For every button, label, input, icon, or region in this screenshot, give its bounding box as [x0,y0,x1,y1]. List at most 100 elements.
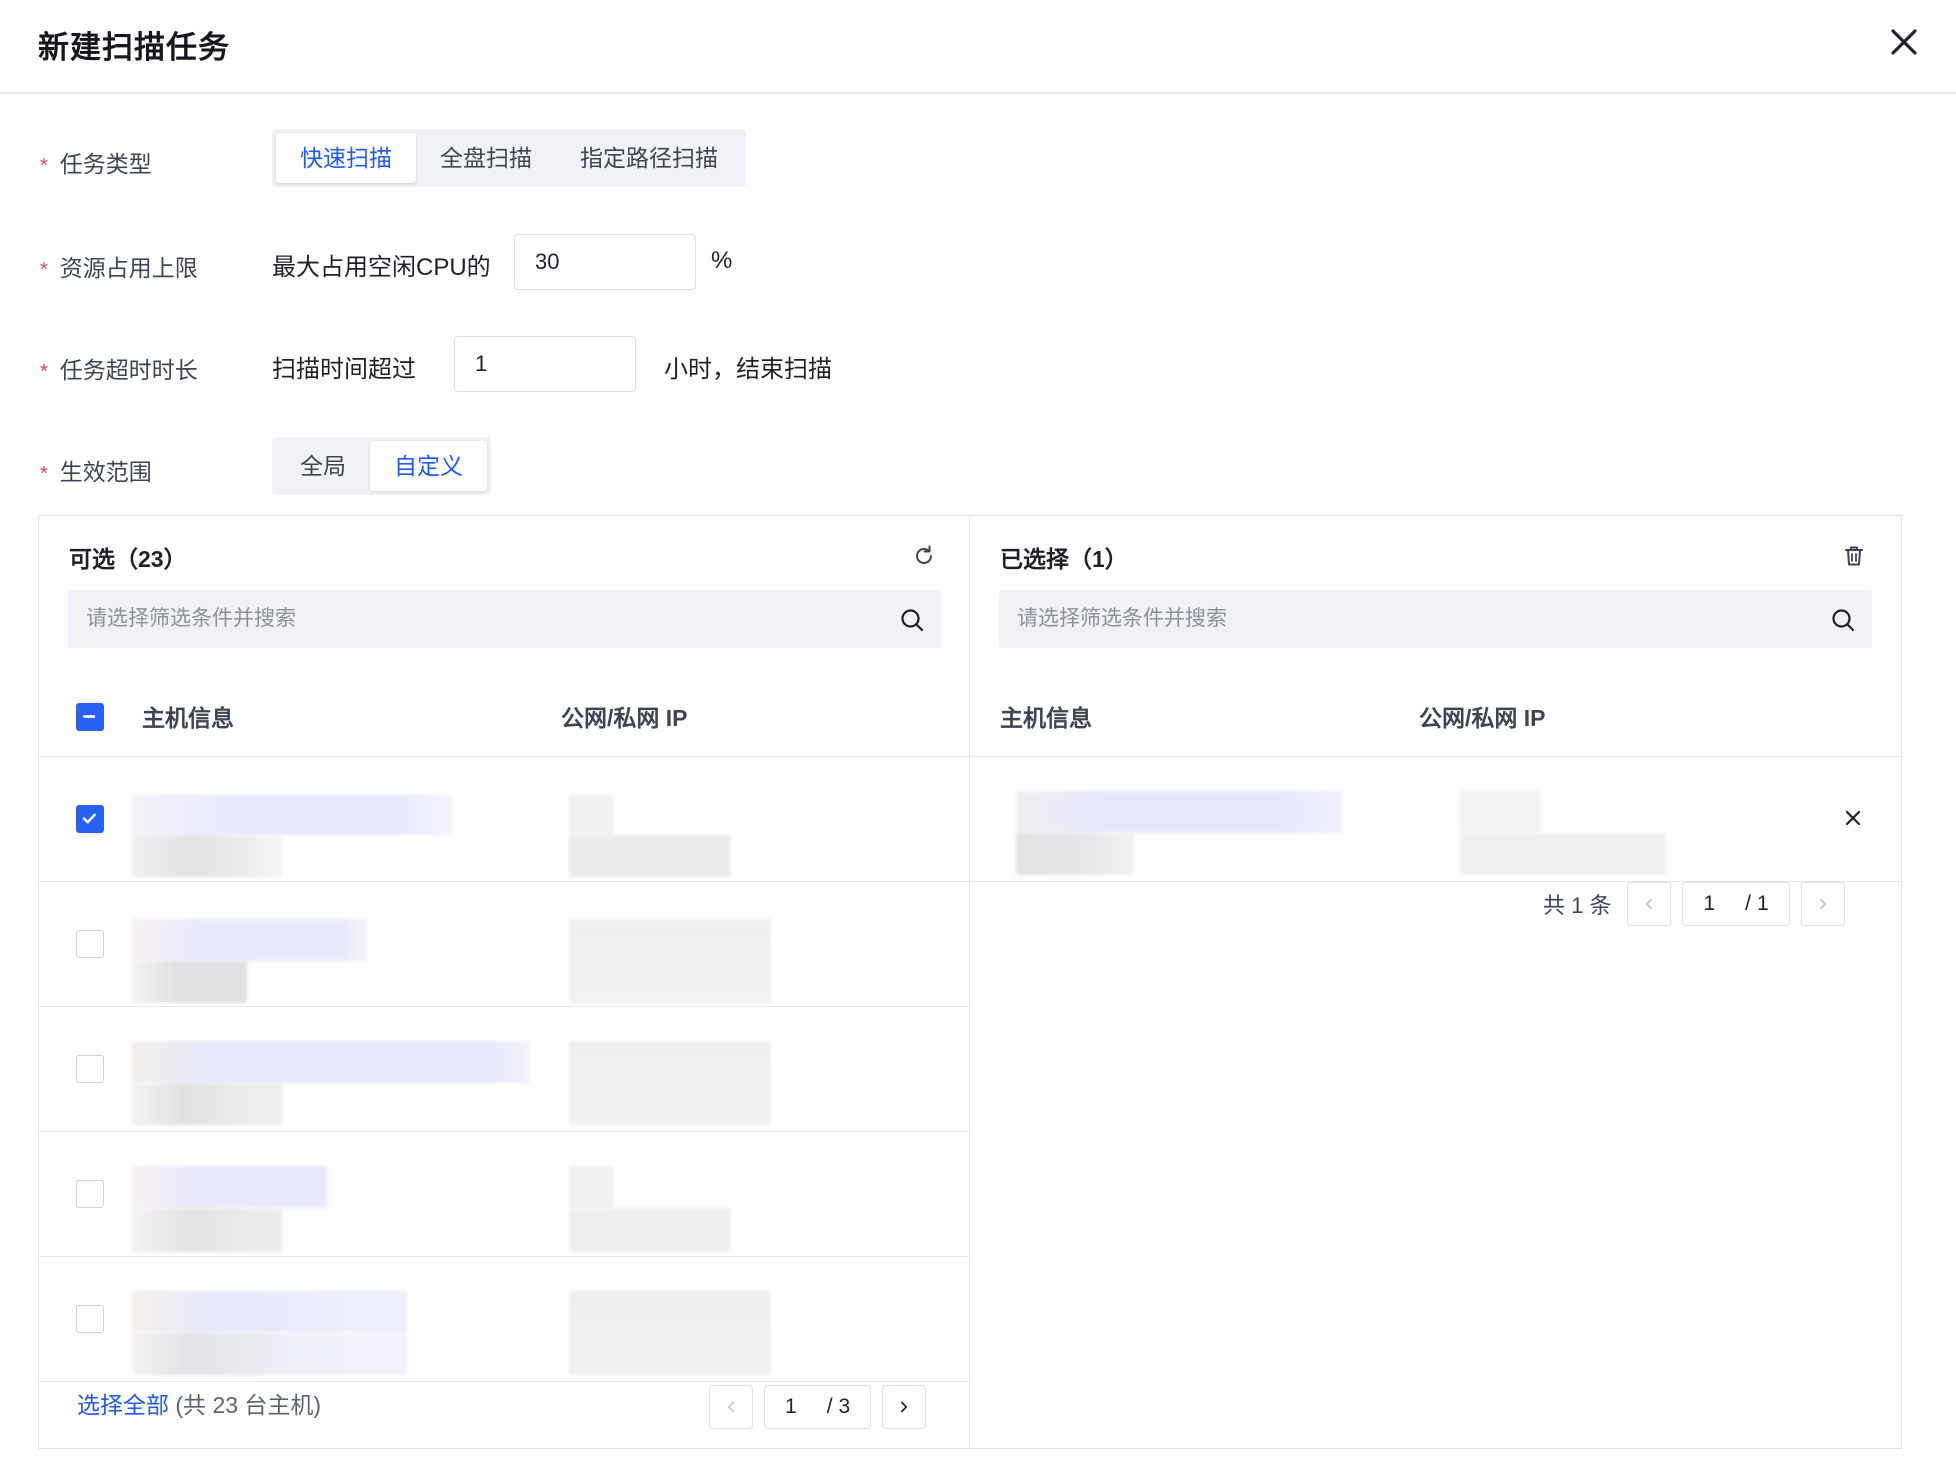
selected-search-input[interactable] [999,590,1819,648]
row-checkbox[interactable] [76,1305,104,1333]
dialog-header: 新建扫描任务 [0,0,1956,94]
row-checkbox[interactable] [76,805,104,833]
check-icon [82,813,96,824]
row-checkbox[interactable] [76,1180,104,1208]
cpu-limit-input[interactable] [514,234,696,290]
timeout-prefix-text: 扫描时间超过 [272,356,416,383]
prev-page-button[interactable] [1627,882,1672,926]
ip-redacted [569,1041,771,1125]
scope-row: * 生效范围 全局 自定义 [0,437,1956,497]
timeout-input[interactable] [454,336,636,392]
resource-limit-label: * 资源占用上限 [40,255,198,281]
chevron-right-icon [901,1401,908,1413]
column-ip: 公网/私网 IP [1419,705,1546,731]
host-id-redacted [132,1083,282,1125]
task-type-segmented: 快速扫描 全盘扫描 指定路径扫描 [272,129,746,187]
required-mark: * [40,155,48,177]
public-ip-redacted [569,795,613,835]
task-type-quick-scan[interactable]: 快速扫描 [276,133,416,183]
cpu-suffix-text: % [711,247,733,274]
selected-pane: 已选择（1） 主机信息 公网/私网 IP [970,516,1901,1448]
required-mark: * [40,463,48,485]
task-type-path-scan[interactable]: 指定路径扫描 [556,133,742,183]
task-type-label: * 任务类型 [40,151,152,177]
row-checkbox[interactable] [76,1055,104,1083]
resource-limit-row: *资源占用上限 最大占用空闲CPU的 % [0,233,1956,293]
ip-redacted [569,1291,771,1375]
scope-global[interactable]: 全局 [276,441,370,491]
host-transfer: 可选（23） 主机信息 公网/私网 IP [38,515,1902,1449]
required-mark: * [40,259,48,281]
selected-total: 共 1 条 [1543,893,1612,918]
page-separator: / [1745,892,1751,915]
task-type-full-scan[interactable]: 全盘扫描 [416,133,556,183]
column-host-info: 主机信息 [142,705,234,731]
current-page: 1 [1703,892,1716,915]
minus-icon [83,715,96,718]
page-separator: / [826,1395,833,1418]
required-mark: * [40,361,48,383]
table-row[interactable] [39,1257,970,1382]
table-row[interactable] [39,757,970,882]
available-title: 可选（23） [69,546,187,572]
host-name-redacted [132,1291,407,1333]
private-ip-redacted [569,1208,731,1252]
selected-table-row [970,757,1901,882]
host-id-redacted [132,1333,407,1375]
selected-search [999,590,1872,648]
column-host-info: 主机信息 [1000,705,1092,731]
prev-page-button[interactable] [709,1385,753,1429]
host-name-redacted [132,1166,327,1208]
remove-icon[interactable] [1841,806,1865,830]
next-page-button[interactable] [1800,882,1845,926]
host-name-redacted [132,795,452,835]
host-name-redacted [132,1041,530,1083]
table-row[interactable] [39,882,970,1007]
host-name-redacted [132,919,367,961]
refresh-icon[interactable] [911,543,937,569]
timeout-suffix-text: 小时，结束扫描 [664,356,832,383]
total-pages: 1 [1757,892,1769,915]
timeout-row: *任务超时时长 扫描时间超过 小时，结束扫描 [0,335,1956,395]
selected-pagination: 共 1 条 1 / 1 [1543,882,1845,926]
public-ip-redacted [1460,791,1540,833]
close-icon[interactable] [1884,22,1924,62]
private-ip-redacted [569,835,731,877]
host-id-redacted [132,835,282,877]
available-pane: 可选（23） 主机信息 公网/私网 IP [39,516,970,1448]
available-search [68,590,941,648]
column-ip: 公网/私网 IP [561,705,688,731]
scope-label: * 生效范围 [40,459,152,485]
page-indicator[interactable]: 1 / 1 [1682,882,1790,926]
table-row[interactable] [39,1132,970,1257]
available-table-header: 主机信息 公网/私网 IP [39,671,970,757]
cpu-prefix-text: 最大占用空闲CPU的 [272,254,491,281]
total-pages: 3 [838,1395,851,1418]
available-pagination: 1 / 3 [709,1385,927,1429]
scope-custom[interactable]: 自定义 [370,441,487,491]
public-ip-redacted [569,1166,613,1208]
search-icon[interactable] [1829,606,1857,634]
current-page: 1 [785,1395,797,1418]
selected-table-header: 主机信息 公网/私网 IP [970,671,1901,757]
ip-redacted [569,919,771,1003]
timeout-label: * 任务超时时长 [40,357,198,383]
private-ip-redacted [1460,833,1666,875]
host-id-redacted [132,1208,282,1252]
trash-icon[interactable] [1841,543,1867,569]
row-checkbox[interactable] [76,930,104,958]
table-row[interactable] [39,1007,970,1132]
host-id-redacted [132,961,247,1003]
task-type-row: * 任务类型 快速扫描 全盘扫描 指定路径扫描 [0,129,1956,189]
available-search-input[interactable] [68,590,888,648]
chevron-right-icon [1819,898,1826,910]
select-all-link[interactable]: 选择全部 [77,1392,169,1418]
host-id-redacted [1016,833,1134,875]
scope-segmented: 全局 自定义 [272,437,491,495]
next-page-button[interactable] [882,1385,927,1429]
host-name-redacted [1016,791,1342,833]
dialog-title: 新建扫描任务 [38,30,230,65]
select-all-checkbox[interactable] [76,703,104,731]
page-indicator[interactable]: 1 / 3 [764,1385,872,1429]
search-icon[interactable] [898,606,926,634]
